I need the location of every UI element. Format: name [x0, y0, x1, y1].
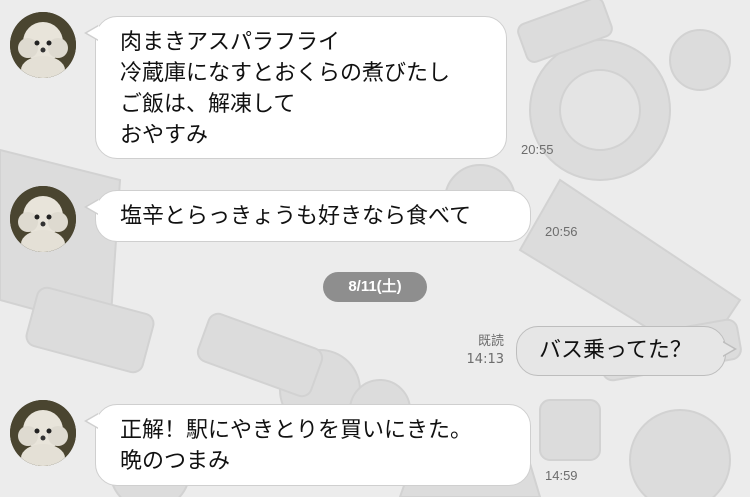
message-row-incoming-3: 正解！駅にやきとりを買いにきた。 晩のつまみ 14:59 — [0, 0, 750, 497]
poodle-avatar-icon-art — [10, 400, 76, 466]
poodle-avatar-icon[interactable] — [10, 400, 76, 466]
message-bubble-3[interactable]: 正解！駅にやきとりを買いにきた。 晩のつまみ — [84, 404, 531, 486]
message-time-3: 14:59 — [545, 468, 578, 483]
